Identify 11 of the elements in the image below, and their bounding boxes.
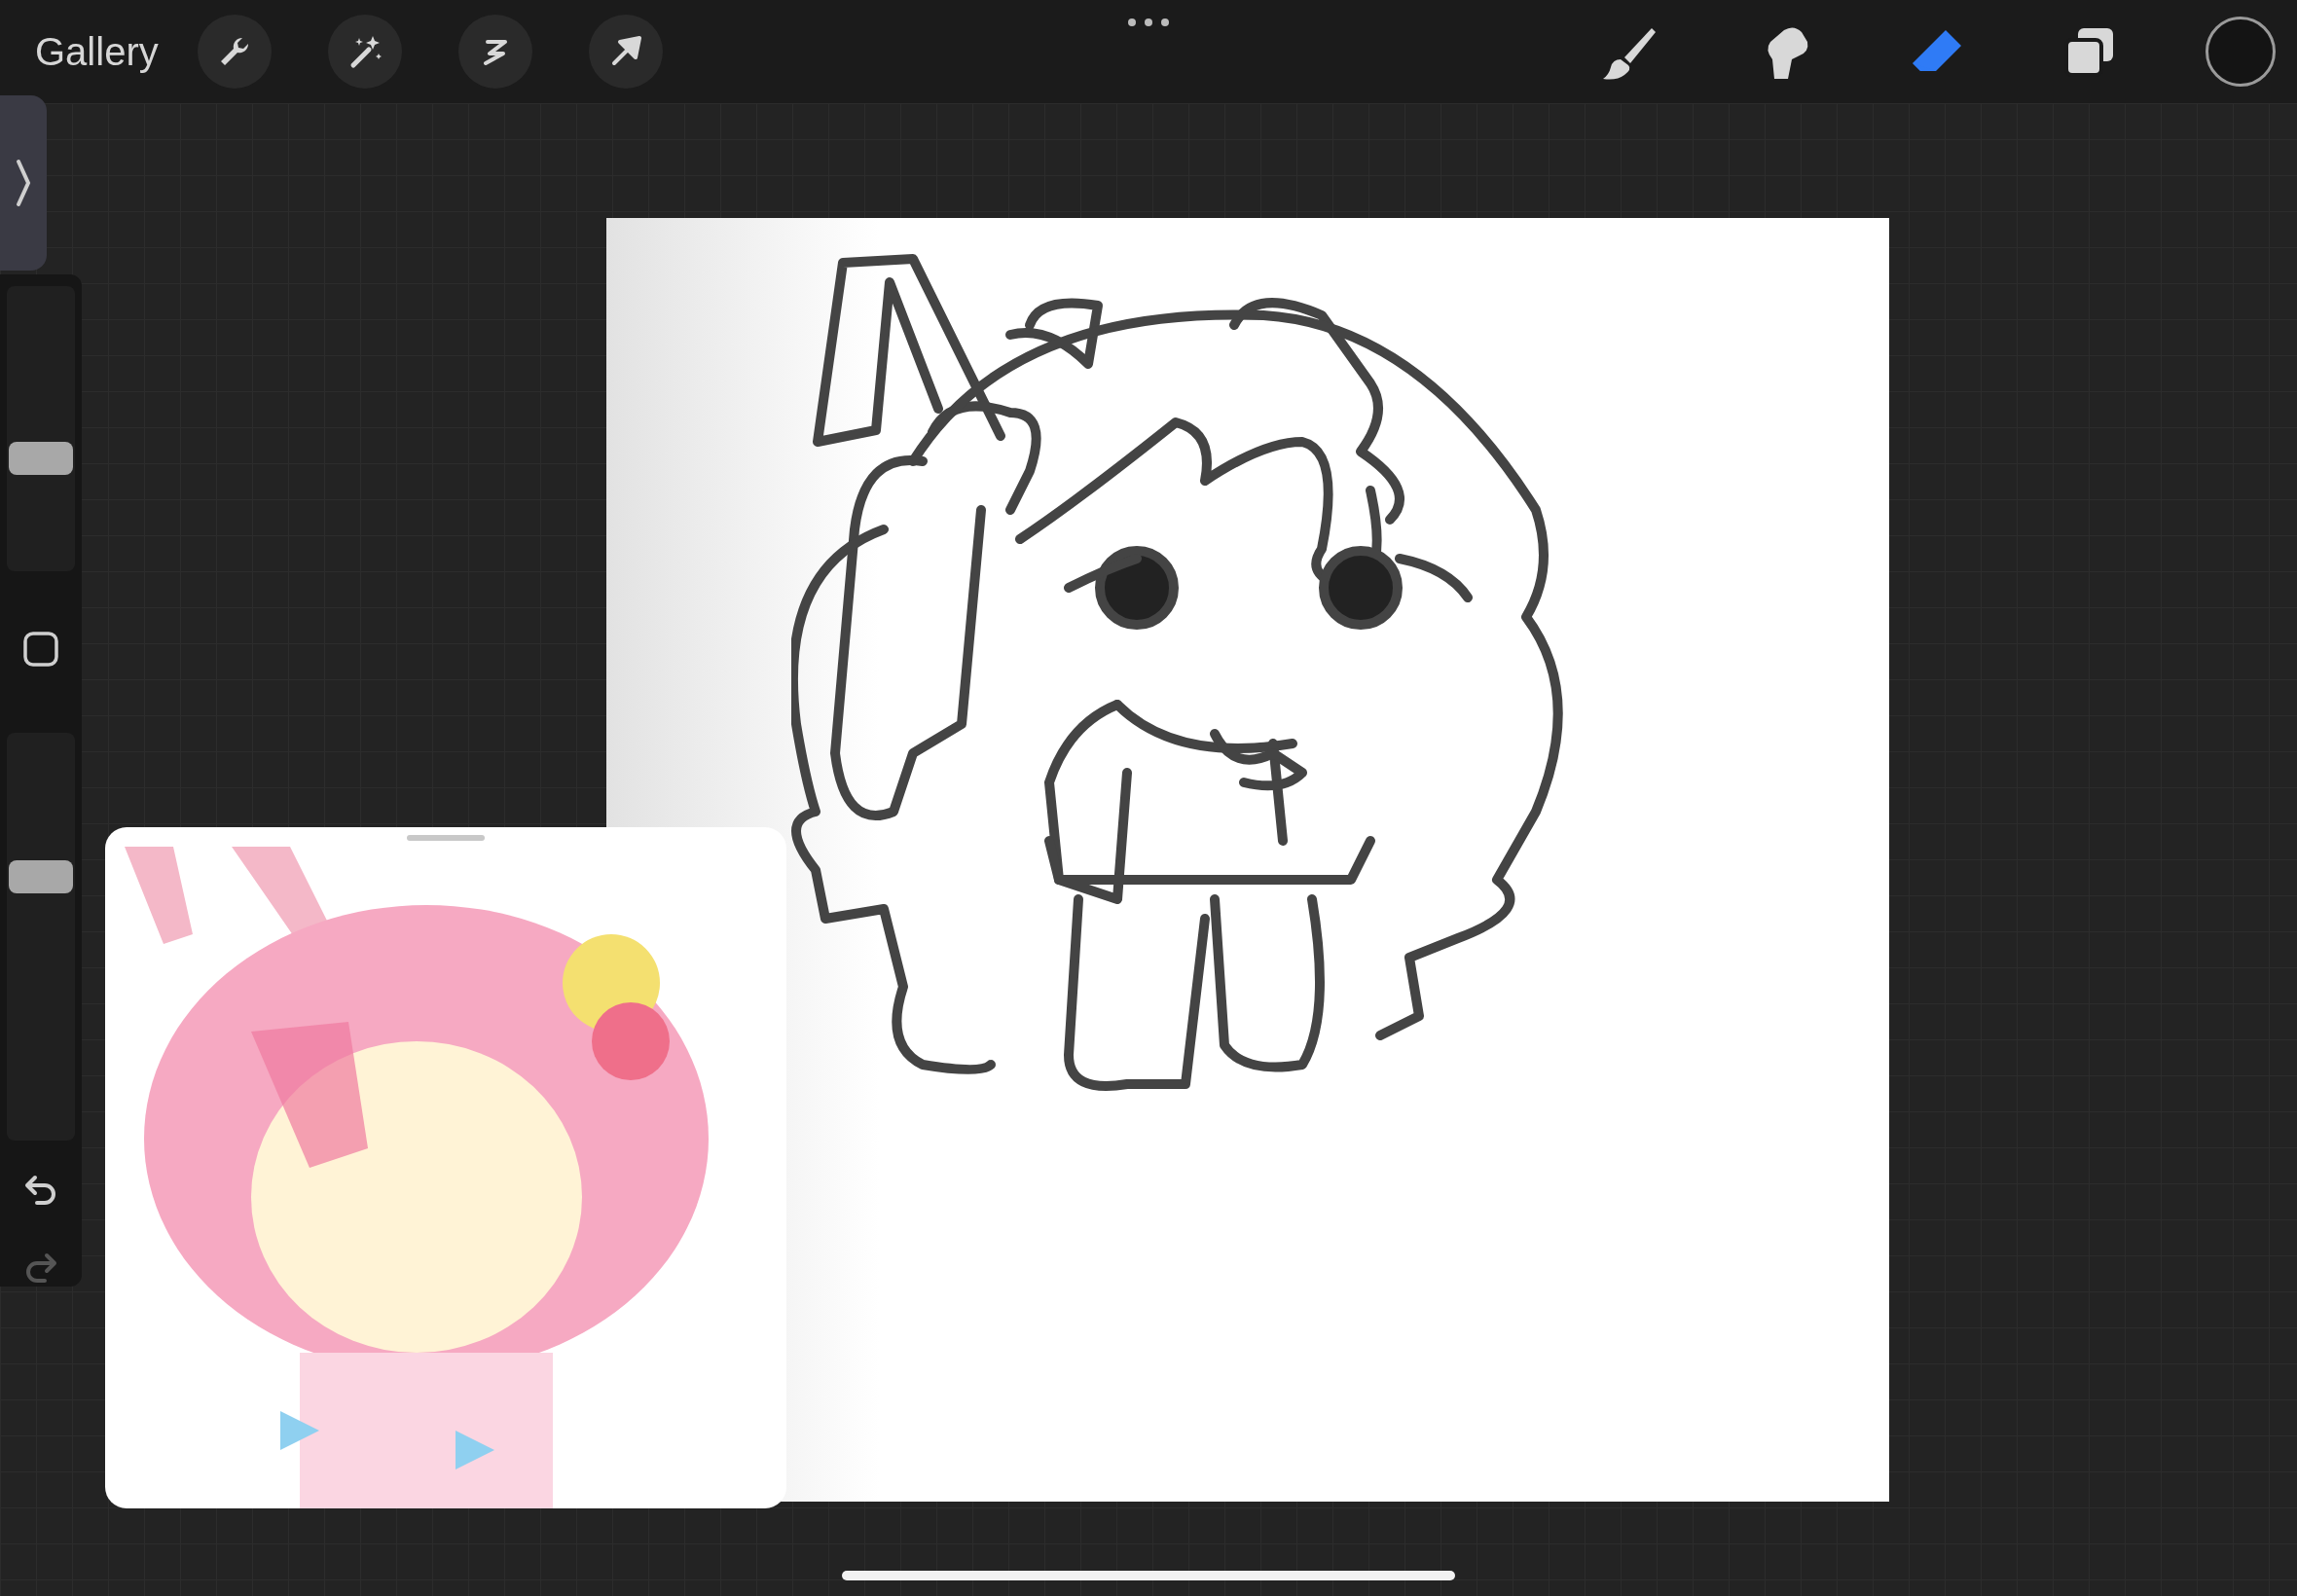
opacity-slider[interactable] [7,732,75,1141]
slider-thumb[interactable] [9,442,73,476]
brush-size-slider[interactable] [7,286,75,571]
drawing-canvas[interactable] [606,218,1889,1502]
sidebar-toggle-button[interactable] [0,95,47,271]
chevron-right-icon [16,159,31,207]
more-icon[interactable] [1127,18,1170,27]
slider-thumb[interactable] [9,859,73,893]
drag-handle[interactable] [407,835,485,841]
square-icon [21,629,60,669]
gallery-button[interactable]: Gallery [35,29,159,74]
